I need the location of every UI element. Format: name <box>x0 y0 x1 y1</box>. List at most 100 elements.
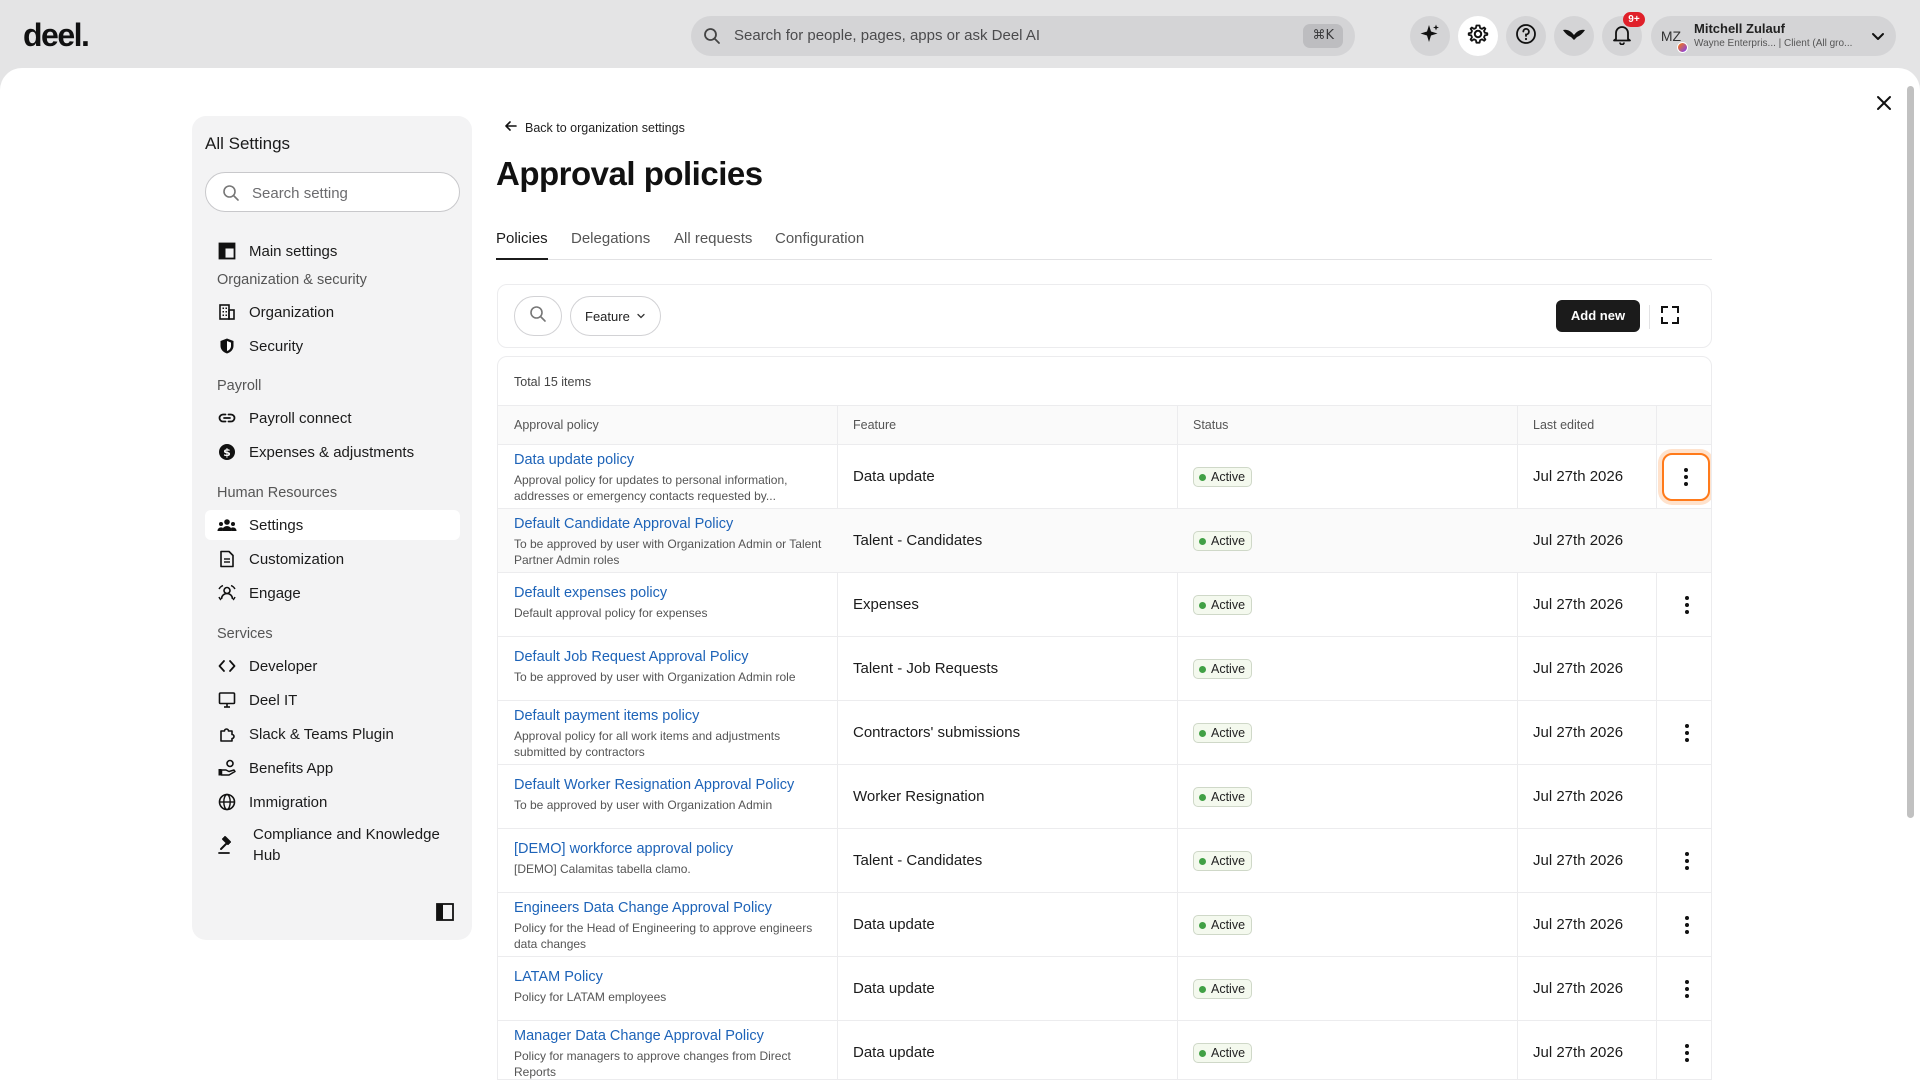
last-edited-date: Jul 27th 2026 <box>1533 724 1624 741</box>
tab-configuration[interactable]: Configuration <box>775 230 864 260</box>
policy-name-link[interactable]: Default Candidate Approval Policy <box>514 516 733 532</box>
page-title: Approval policies <box>496 155 763 192</box>
table-row[interactable]: Engineers Data Change Approval Policy Pol… <box>498 893 1711 957</box>
row-actions-button[interactable] <box>1671 909 1703 941</box>
table-row[interactable]: Data update policy Approval policy for up… <box>498 445 1711 509</box>
row-actions-button[interactable] <box>1662 453 1710 501</box>
sidebar-item-customization[interactable]: Customization <box>205 544 460 574</box>
more-vertical-icon <box>1685 980 1689 998</box>
close-icon[interactable] <box>1873 92 1895 119</box>
status-label: Active <box>1211 534 1246 548</box>
table-row[interactable]: LATAM Policy Policy for LATAM employees Da… <box>498 957 1711 1021</box>
sidebar-item-organization[interactable]: Organization <box>205 297 460 327</box>
sidebar-item-benefits-app[interactable]: Benefits App <box>205 753 460 783</box>
policy-name-link[interactable]: Default Worker Resignation Approval Poli… <box>514 777 794 793</box>
sidebar-item-immigration[interactable]: Immigration <box>205 787 460 817</box>
help-button[interactable] <box>1506 16 1546 56</box>
notifications-button[interactable]: 9+ <box>1602 12 1645 56</box>
column-header-feature[interactable]: Feature <box>853 418 896 432</box>
sidebar-item-label: Compliance and Knowledge Hub <box>253 824 440 866</box>
table-row[interactable]: [DEMO] workforce approval policy [DEMO] C… <box>498 829 1711 893</box>
policy-description: To be approved by user with Organization… <box>514 670 796 684</box>
table-search-button[interactable] <box>514 296 562 336</box>
sidebar-item-settings[interactable]: Settings <box>205 510 460 540</box>
status-badge: Active <box>1193 531 1253 551</box>
row-actions-button[interactable] <box>1671 717 1703 749</box>
sidebar-item-main-settings[interactable]: Main settings <box>205 236 460 266</box>
back-link-label: Back to organization settings <box>525 120 685 135</box>
global-search[interactable]: Search for people, pages, apps or ask De… <box>691 16 1355 56</box>
policy-feature: Worker Resignation <box>853 788 985 805</box>
policy-name-link[interactable]: LATAM Policy <box>514 969 603 985</box>
page-scrollbar[interactable] <box>1907 86 1914 818</box>
ai-sparkle-button[interactable] <box>1410 16 1450 56</box>
row-actions-button[interactable] <box>1671 1037 1703 1069</box>
policy-name-link[interactable]: Manager Data Change Approval Policy <box>514 1028 764 1044</box>
sidebar-item-developer[interactable]: Developer <box>205 651 460 681</box>
status-label: Active <box>1211 726 1246 740</box>
tab-policies[interactable]: Policies <box>496 230 548 260</box>
policy-name-link[interactable]: Engineers Data Change Approval Policy <box>514 900 772 916</box>
chevron-down-icon <box>1870 28 1886 49</box>
back-link[interactable]: Back to organization settings <box>504 119 685 136</box>
last-edited-date: Jul 27th 2026 <box>1533 468 1624 485</box>
row-actions-button[interactable] <box>1671 589 1703 621</box>
policy-name-link[interactable]: [DEMO] workforce approval policy <box>514 841 733 857</box>
last-edited-date: Jul 27th 2026 <box>1533 596 1624 613</box>
column-header-status[interactable]: Status <box>1193 418 1228 432</box>
status-dot <box>1199 537 1206 545</box>
row-actions-button[interactable] <box>1671 973 1703 1005</box>
policy-feature: Talent - Candidates <box>853 532 983 549</box>
chevron-down-icon <box>630 309 646 324</box>
wings-app-button[interactable] <box>1554 16 1594 56</box>
sidebar-item-label: Organization <box>249 303 335 321</box>
last-edited-date: Jul 27th 2026 <box>1533 1044 1624 1061</box>
sidebar-item-security[interactable]: Security <box>205 331 460 361</box>
sidebar-item-label: Expenses & adjustments <box>249 443 415 461</box>
benefits-hand-icon <box>217 758 237 778</box>
search-icon <box>222 184 240 207</box>
add-new-button[interactable]: Add new <box>1556 300 1640 332</box>
globe-icon <box>217 792 237 812</box>
policy-name-link[interactable]: Default Job Request Approval Policy <box>514 649 749 665</box>
table-row[interactable]: Manager Data Change Approval Policy Polic… <box>498 1021 1711 1079</box>
engage-user-icon <box>217 583 237 603</box>
tab-delegations[interactable]: Delegations <box>571 230 650 260</box>
settings-search-input[interactable]: Search setting <box>205 172 460 212</box>
deel-logo[interactable]: deel. <box>23 17 90 54</box>
sidebar-item-expenses[interactable]: $ Expenses & adjustments <box>205 437 460 467</box>
status-label: Active <box>1211 598 1246 612</box>
table-row[interactable]: Default expenses policy Default approval … <box>498 573 1711 637</box>
policies-table: Total 15 items Approval policy Feature S… <box>497 356 1712 1080</box>
policy-description: Policy for managers to approve changes f… <box>514 1049 791 1079</box>
policy-name-link[interactable]: Default expenses policy <box>514 585 667 601</box>
feature-filter-dropdown[interactable]: Feature <box>570 296 661 336</box>
sidebar-item-engage[interactable]: Engage <box>205 578 460 608</box>
column-header-policy[interactable]: Approval policy <box>514 418 599 432</box>
more-vertical-icon <box>1684 468 1688 486</box>
table-row[interactable]: Default payment items policy Approval pol… <box>498 701 1711 765</box>
policy-name-link[interactable]: Data update policy <box>514 452 634 468</box>
sidebar-title: All Settings <box>205 134 291 153</box>
user-menu[interactable]: MZ Mitchell Zulauf Wayne Enterpris... | … <box>1651 16 1896 56</box>
table-row[interactable]: Default Job Request Approval Policy To be… <box>498 637 1711 701</box>
sidebar-item-payroll-connect[interactable]: Payroll connect <box>205 403 460 433</box>
settings-button[interactable] <box>1458 16 1498 56</box>
tab-all-requests[interactable]: All requests <box>674 230 752 260</box>
row-actions-button[interactable] <box>1671 845 1703 877</box>
status-badge: Active <box>1193 1043 1253 1063</box>
fullscreen-icon[interactable] <box>1658 303 1682 332</box>
table-row[interactable]: Default Candidate Approval Policy To be a… <box>498 509 1711 573</box>
collapse-sidebar-icon[interactable] <box>435 902 455 927</box>
sidebar-item-label: Settings <box>249 516 304 534</box>
sidebar-item-slack-teams[interactable]: Slack & Teams Plugin <box>205 719 460 749</box>
table-row[interactable]: Default Worker Resignation Approval Poli… <box>498 765 1711 829</box>
sidebar-item-compliance-hub[interactable]: Compliance and Knowledge Hub <box>205 824 460 868</box>
total-items-count: Total 15 items <box>514 375 592 389</box>
policy-description: To be approved by user with Organization… <box>514 537 822 567</box>
column-header-last-edited[interactable]: Last edited <box>1533 418 1594 432</box>
status-label: Active <box>1211 982 1246 996</box>
sidebar-item-deel-it[interactable]: Deel IT <box>205 685 460 715</box>
policy-name-link[interactable]: Default payment items policy <box>514 708 699 724</box>
policy-feature: Data update <box>853 980 935 997</box>
